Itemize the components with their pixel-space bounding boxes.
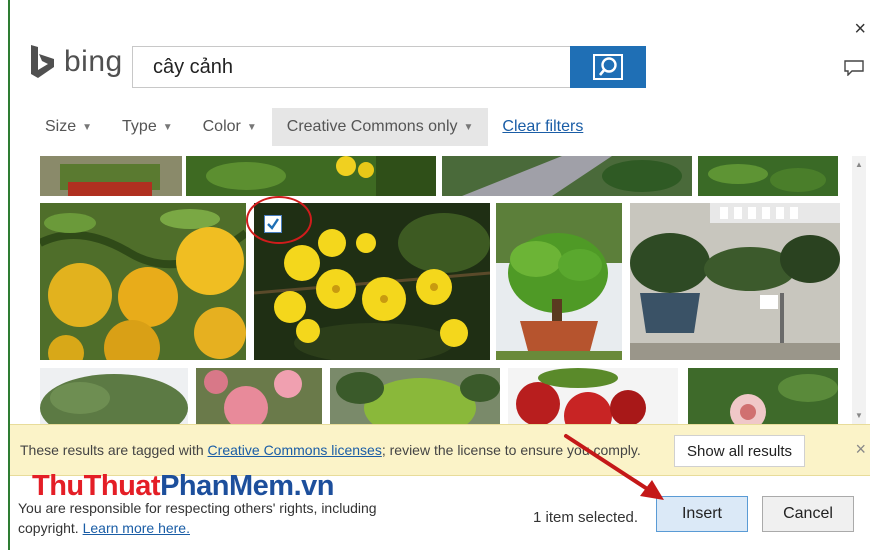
search-input[interactable] [132,46,570,88]
speech-bubble-icon[interactable] [844,60,864,76]
scroll-down-icon[interactable]: ▼ [855,411,863,420]
bonsai-pot-thumb[interactable] [40,156,182,196]
notice-text: These results are tagged with Creative C… [20,442,641,458]
pink-roses-thumb[interactable] [196,368,322,424]
scrollbar[interactable]: ▲ ▼ [852,156,866,424]
image-results-grid [34,156,846,424]
annotation-arrow-icon [564,434,664,500]
caret-down-icon: ▼ [82,121,93,133]
close-icon[interactable]: × [855,439,866,460]
green-leaves-thumb[interactable] [698,156,838,196]
creative-commons-link[interactable]: Creative Commons licenses [208,442,382,458]
bing-wordmark: bing [64,45,123,78]
filter-bar: Size ▼ Type ▼ Color ▼ Creative Commons o… [30,108,583,146]
cancel-button[interactable]: Cancel [762,496,854,532]
caret-down-icon: ▼ [162,121,173,133]
filter-color-label: Color [202,118,241,135]
filter-type[interactable]: Type ▼ [107,108,188,146]
bonsai-tree-pot-thumb[interactable] [496,203,622,360]
clear-filters-link[interactable]: Clear filters [502,118,583,136]
scroll-up-icon[interactable]: ▲ [855,160,863,169]
filter-license[interactable]: Creative Commons only ▼ [271,108,489,146]
shrub-thumb[interactable] [40,368,188,424]
filter-size-label: Size [45,118,77,135]
bonsai-display-thumb[interactable] [630,203,840,360]
filter-type-label: Type [122,118,157,135]
learn-more-link[interactable]: Learn more here. [83,520,190,536]
close-icon[interactable]: × [854,18,866,41]
filter-size[interactable]: Size ▼ [30,108,107,146]
garden-path-thumb[interactable] [442,156,692,196]
filter-color[interactable]: Color ▼ [188,108,272,146]
selected-count: 1 item selected. [533,509,639,526]
show-all-results-button[interactable]: Show all results [674,435,806,467]
responsibility-text-body: You are responsible for respecting other… [18,500,377,536]
red-fruit-thumb[interactable] [508,368,678,424]
bing-logo: bing [28,44,123,80]
responsibility-text: You are responsible for respecting other… [18,498,418,538]
pink-flower-thumb[interactable] [688,368,838,424]
bing-logo-icon [31,45,54,78]
selection-highlight-circle [246,196,312,244]
search-icon [593,54,623,80]
orange-fruit-tree-thumb[interactable] [40,203,246,360]
search-button[interactable] [570,46,646,88]
yellow-flower-leaves-thumb[interactable] [186,156,436,196]
caret-down-icon: ▼ [463,121,474,133]
filter-license-label: Creative Commons only [286,118,458,135]
notice-text-before: These results are tagged with [20,442,208,458]
caret-down-icon: ▼ [246,121,257,133]
license-notice-bar: These results are tagged with Creative C… [10,424,870,476]
pine-bonsai-thumb[interactable] [330,368,500,424]
